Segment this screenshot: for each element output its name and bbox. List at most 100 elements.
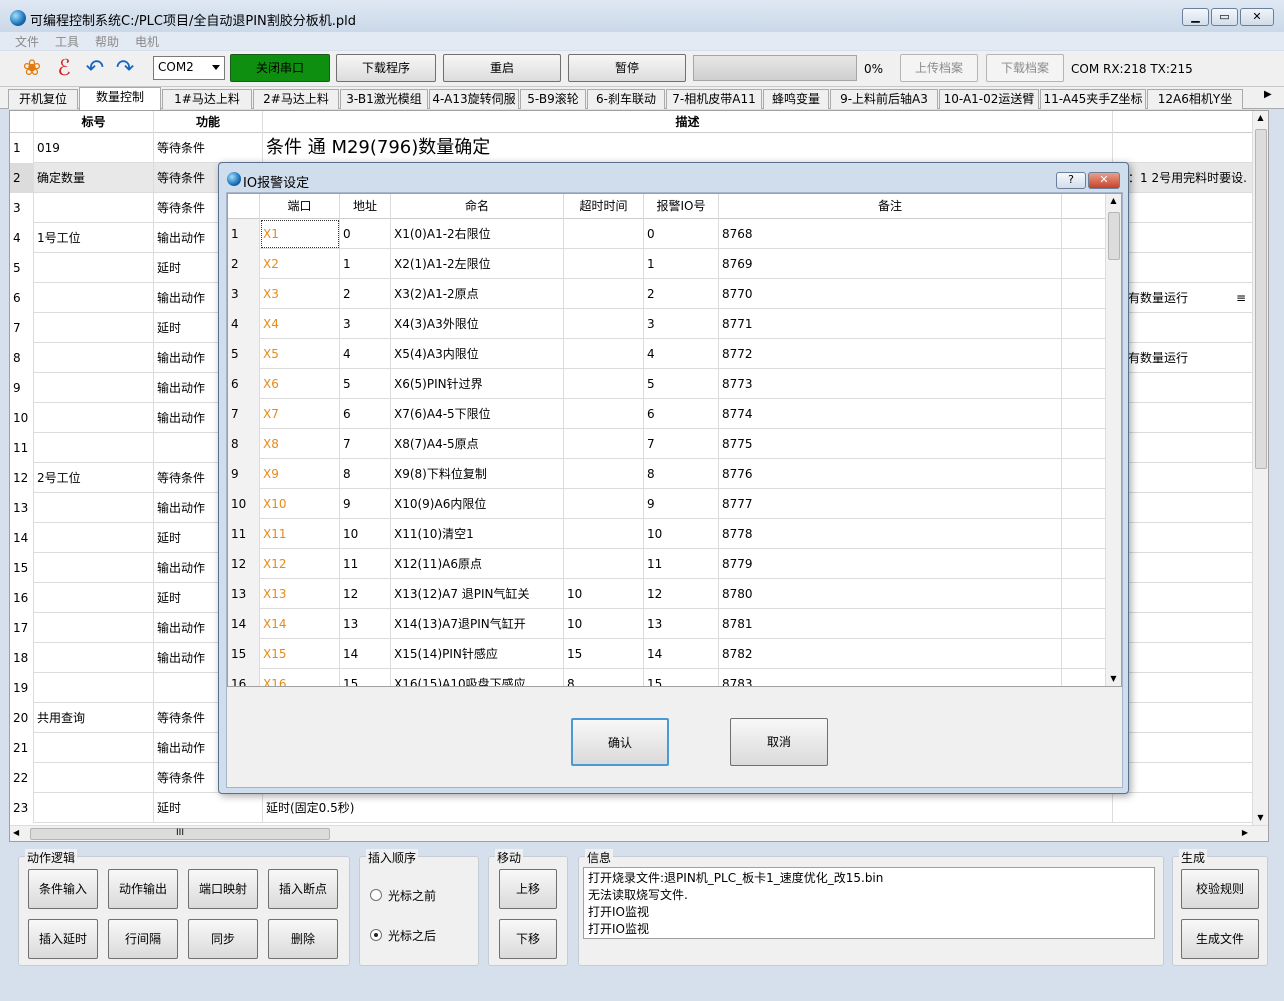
io-table-row[interactable]: 4 X4 3 X4(3)A3外限位 3 8771 <box>228 309 1106 339</box>
io-table-row[interactable]: 7 X7 6 X7(6)A4-5下限位 6 8774 <box>228 399 1106 429</box>
io-cell-name[interactable]: X4(3)A3外限位 <box>391 309 564 339</box>
io-table-row[interactable]: 8 X8 7 X8(7)A4-5原点 7 8775 <box>228 429 1106 459</box>
cell-n[interactable]: 13 <box>10 493 34 523</box>
cell-label[interactable]: 确定数量 <box>34 163 154 193</box>
cell-label[interactable] <box>34 733 154 763</box>
close-port-button[interactable]: 关闭串口 <box>230 54 330 82</box>
io-cell-addr[interactable]: 14 <box>340 639 391 669</box>
cell-label[interactable]: 共用查询 <box>34 703 154 733</box>
io-cell-addr[interactable]: 13 <box>340 609 391 639</box>
tab-7[interactable]: 6-刹车联动 <box>587 89 665 109</box>
io-cell-note[interactable]: 8773 <box>719 369 1062 399</box>
io-cell-timeout[interactable]: 8 <box>564 669 644 686</box>
cell-extra[interactable] <box>1113 673 1256 703</box>
io-cell-io[interactable]: 12 <box>644 579 719 609</box>
tab-11[interactable]: 10-A1-02运送臂 <box>939 89 1039 109</box>
menu-motor[interactable]: 电机 <box>135 33 159 50</box>
io-cell-port[interactable]: X14 <box>260 609 340 639</box>
cell-extra[interactable] <box>1113 613 1256 643</box>
io-cell-timeout[interactable] <box>564 399 644 429</box>
io-cell-port[interactable]: X2 <box>260 249 340 279</box>
io-cell-timeout[interactable] <box>564 339 644 369</box>
io-cell-io[interactable]: 13 <box>644 609 719 639</box>
io-cell-addr[interactable]: 12 <box>340 579 391 609</box>
move-up-button[interactable]: 上移 <box>499 869 557 909</box>
io-scroll-thumb[interactable] <box>1108 212 1120 260</box>
io-cell-name[interactable]: X3(2)A1-2原点 <box>391 279 564 309</box>
io-cell-port[interactable]: X4 <box>260 309 340 339</box>
cell-extra[interactable] <box>1113 733 1256 763</box>
undo-icon[interactable]: ↶ <box>83 57 107 81</box>
cell-n[interactable]: 14 <box>10 523 34 553</box>
maximize-button[interactable]: ▭ <box>1211 8 1238 26</box>
cell-extra[interactable] <box>1113 583 1256 613</box>
io-cell-timeout[interactable]: 10 <box>564 579 644 609</box>
cell-n[interactable]: 20 <box>10 703 34 733</box>
upload-file-button[interactable]: 上传档案 <box>900 54 978 82</box>
io-cell-note[interactable]: 8778 <box>719 519 1062 549</box>
cell-extra[interactable]: 共有数量运行 <box>1113 283 1256 313</box>
cell-label[interactable] <box>34 343 154 373</box>
cell-n[interactable]: 12 <box>10 463 34 493</box>
cell-label[interactable] <box>34 553 154 583</box>
scroll-down-icon[interactable]: ▼ <box>1253 811 1268 825</box>
io-cell-note[interactable]: 8772 <box>719 339 1062 369</box>
cell-extra[interactable] <box>1113 193 1256 223</box>
io-cell-note[interactable]: 8779 <box>719 549 1062 579</box>
io-cell-addr[interactable]: 2 <box>340 279 391 309</box>
generate-file-button[interactable]: 生成文件 <box>1181 919 1259 959</box>
io-cell-addr[interactable]: 5 <box>340 369 391 399</box>
cell-extra[interactable] <box>1113 253 1256 283</box>
io-table-row[interactable]: 14 X14 13 X14(13)A7退PIN气缸开 10 13 8781 <box>228 609 1106 639</box>
cell-func[interactable]: 等待条件 <box>154 133 263 163</box>
io-cell-timeout[interactable] <box>564 429 644 459</box>
io-cell-timeout[interactable] <box>564 309 644 339</box>
cell-n[interactable]: 16 <box>10 583 34 613</box>
insert-delay-button[interactable]: 插入延时 <box>28 919 98 959</box>
cell-n[interactable]: 15 <box>10 553 34 583</box>
vertical-scrollbar[interactable]: ▲ ▼ <box>1252 111 1268 825</box>
io-cell-port[interactable]: X13 <box>260 579 340 609</box>
cell-n[interactable]: 18 <box>10 643 34 673</box>
scroll-left-icon[interactable]: ◀ <box>13 828 19 837</box>
io-cell-timeout[interactable] <box>564 279 644 309</box>
cell-n[interactable]: 21 <box>10 733 34 763</box>
io-cell-note[interactable]: 8769 <box>719 249 1062 279</box>
radio-before[interactable] <box>370 889 382 901</box>
tab-8[interactable]: 7-相机皮带A11 <box>666 89 762 109</box>
close-button[interactable]: ✕ <box>1240 8 1274 26</box>
io-cell-name[interactable]: X14(13)A7退PIN气缸开 <box>391 609 564 639</box>
io-cell-port[interactable]: X8 <box>260 429 340 459</box>
condition-input-button[interactable]: 条件输入 <box>28 869 98 909</box>
dialog-close-button[interactable]: ✕ <box>1088 172 1120 189</box>
io-cell-name[interactable]: X15(14)PIN针感应 <box>391 639 564 669</box>
io-cell-io[interactable]: 15 <box>644 669 719 686</box>
tab-scroll-right-icon[interactable]: ▶ <box>1264 89 1272 100</box>
io-cell-name[interactable]: X5(4)A3内限位 <box>391 339 564 369</box>
io-cell-name[interactable]: X6(5)PIN针过界 <box>391 369 564 399</box>
io-cell-name[interactable]: X11(10)清空1 <box>391 519 564 549</box>
io-cell-port[interactable]: X6 <box>260 369 340 399</box>
line-spacing-button[interactable]: 行间隔 <box>108 919 178 959</box>
io-cell-timeout[interactable] <box>564 219 644 249</box>
io-cell-note[interactable]: 8782 <box>719 639 1062 669</box>
io-cell-io[interactable]: 11 <box>644 549 719 579</box>
io-table-row[interactable]: 11 X11 10 X11(10)清空1 10 8778 <box>228 519 1106 549</box>
cell-extra[interactable] <box>1113 523 1256 553</box>
scroll-up-icon[interactable]: ▲ <box>1253 111 1268 125</box>
cell-label[interactable] <box>34 373 154 403</box>
cell-extra[interactable]: 共有数量运行 <box>1113 343 1256 373</box>
io-cell-addr[interactable]: 9 <box>340 489 391 519</box>
cell-n[interactable]: 2 <box>10 163 34 193</box>
cell-n[interactable]: 17 <box>10 613 34 643</box>
cell-label[interactable] <box>34 253 154 283</box>
redo-icon[interactable]: ↷ <box>113 57 137 81</box>
io-cell-addr[interactable]: 15 <box>340 669 391 686</box>
io-cell-addr[interactable]: 11 <box>340 549 391 579</box>
io-cell-io[interactable]: 6 <box>644 399 719 429</box>
io-cell-note[interactable]: 8780 <box>719 579 1062 609</box>
cell-n[interactable]: 5 <box>10 253 34 283</box>
cell-n[interactable]: 10 <box>10 403 34 433</box>
action-output-button[interactable]: 动作输出 <box>108 869 178 909</box>
io-cell-addr[interactable]: 4 <box>340 339 391 369</box>
